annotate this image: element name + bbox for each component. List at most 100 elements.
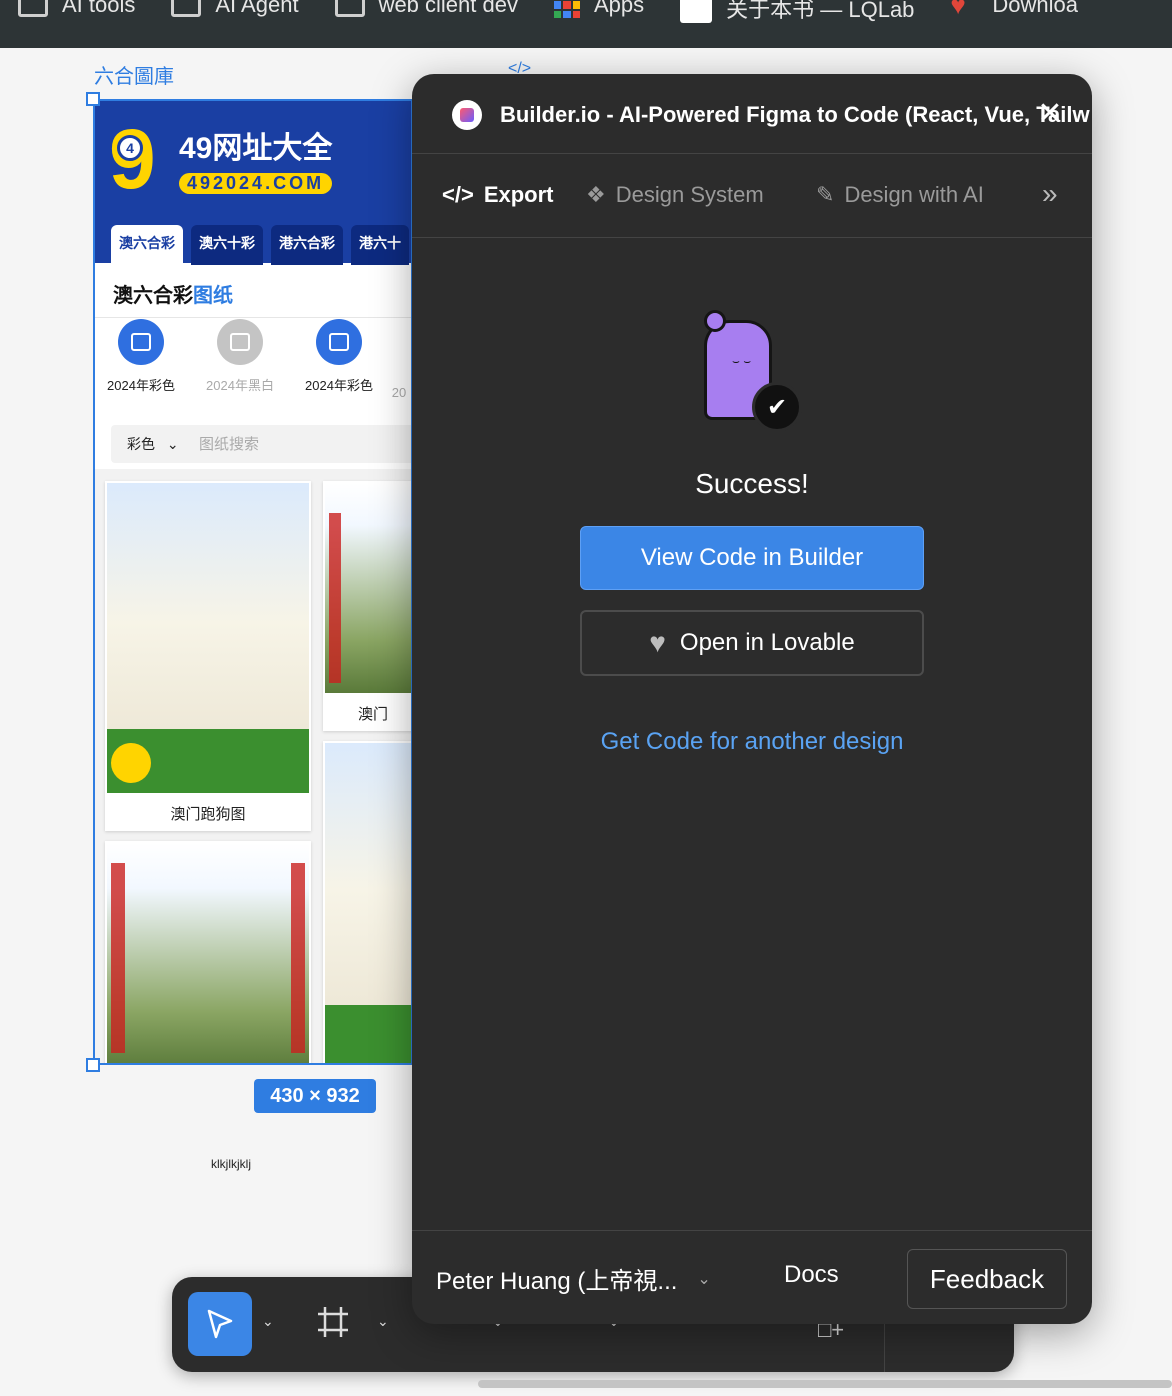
close-icon[interactable]: ✕ bbox=[1034, 98, 1066, 130]
category-label: 20 bbox=[391, 385, 407, 400]
button-label: Open in Lovable bbox=[679, 629, 855, 656]
image-icon bbox=[316, 319, 362, 365]
tab-export[interactable]: </> Export bbox=[442, 182, 554, 208]
folder-icon bbox=[334, 0, 365, 17]
magic-wand-icon: ✎ bbox=[816, 182, 835, 207]
bookmark-label: Apps bbox=[593, 0, 645, 17]
heart-icon: ♥ bbox=[950, 0, 966, 20]
search-input[interactable] bbox=[199, 435, 399, 453]
site-logo: 9 bbox=[109, 117, 167, 201]
user-select[interactable]: Peter Huang (上帝視... ⌄ bbox=[436, 1261, 711, 1296]
bookmark-label: AI tools bbox=[62, 0, 136, 17]
poster-card[interactable]: 澳门 bbox=[323, 481, 411, 731]
frame-size-badge: 430 × 932 bbox=[254, 1079, 376, 1113]
bookmark-label: Downloa bbox=[992, 0, 1079, 17]
card-caption: 澳门跑狗图 bbox=[170, 805, 246, 823]
poster-image bbox=[325, 483, 411, 693]
image-grid: 澳门跑狗图 澳门 bbox=[95, 469, 411, 1063]
bookmark-apps[interactable]: Apps bbox=[553, 0, 645, 18]
bookmark-web-client-dev[interactable]: web client dev bbox=[334, 0, 518, 18]
color-filter-select[interactable]: 彩色 ⌄ bbox=[111, 434, 199, 454]
bookmark-downloads[interactable]: ♥ Downloa bbox=[950, 0, 1078, 18]
plugin-nav: </> Export ❖ Design System ✎ Design with… bbox=[412, 154, 1092, 238]
frame-label[interactable]: 六合圖庫 bbox=[94, 60, 174, 89]
card-caption: 澳门 bbox=[357, 705, 388, 723]
chevron-double-right-icon[interactable]: » bbox=[1042, 178, 1058, 210]
open-in-lovable-button[interactable]: ♥ Open in Lovable bbox=[580, 610, 924, 676]
builder-plugin-panel: Builder.io - AI-Powered Figma to Code (R… bbox=[412, 74, 1092, 1324]
resize-handle[interactable] bbox=[86, 92, 100, 106]
poster-card[interactable] bbox=[105, 841, 311, 1063]
cursor-icon bbox=[207, 1309, 233, 1339]
site-header: 9 4 49网址大全 492024.COM 澳六合彩 澳六十彩 港六合彩 港六十 bbox=[95, 101, 411, 265]
panel-footer: Peter Huang (上帝視... ⌄ Docs Feedback bbox=[412, 1230, 1092, 1324]
chevron-down-icon[interactable]: ⌄ bbox=[377, 1313, 389, 1330]
horizontal-scrollbar[interactable] bbox=[478, 1380, 1172, 1388]
section-title-main: 澳六合彩 bbox=[113, 285, 193, 307]
section-title: 澳六合彩图纸 bbox=[113, 279, 233, 308]
docs-link[interactable]: Docs bbox=[784, 1261, 839, 1289]
move-tool-button[interactable] bbox=[188, 1292, 252, 1356]
bookmarks-bar: AI tools AI Agent web client dev Apps 关于… bbox=[0, 0, 1172, 48]
poster-image bbox=[325, 743, 411, 1063]
canvas-text[interactable]: klkjlkjklj bbox=[211, 1157, 251, 1171]
poster-image bbox=[107, 843, 309, 1063]
heart-icon: ♥ bbox=[649, 627, 666, 658]
tab-design-with-ai[interactable]: ✎ Design with AI bbox=[816, 182, 984, 208]
resize-handle[interactable] bbox=[86, 1058, 100, 1072]
tab-design-system[interactable]: ❖ Design System bbox=[586, 182, 764, 208]
tab-macau-l10[interactable]: 澳六十彩 bbox=[191, 225, 263, 265]
tab-hk-lhc[interactable]: 港六合彩 bbox=[271, 225, 343, 265]
image-icon bbox=[118, 319, 164, 365]
user-name: Peter Huang (上帝視... bbox=[436, 1268, 678, 1295]
bookmark-label: web client dev bbox=[378, 0, 518, 17]
site-domain: 492024.COM bbox=[179, 173, 333, 194]
tab-label: Design System bbox=[615, 182, 764, 207]
chevron-down-icon: ⌄ bbox=[697, 1270, 711, 1288]
code-icon: </> bbox=[442, 182, 474, 207]
chevron-down-icon[interactable]: ⌄ bbox=[262, 1313, 274, 1330]
category-bw-2024[interactable]: 2024年黑白 bbox=[194, 319, 286, 394]
site-tabs: 澳六合彩 澳六十彩 港六合彩 港六十 bbox=[111, 225, 409, 265]
apps-grid-icon bbox=[553, 0, 580, 18]
select-value: 彩色 bbox=[127, 436, 155, 452]
folder-icon bbox=[171, 0, 202, 17]
poster-image bbox=[107, 483, 309, 793]
image-icon bbox=[217, 319, 263, 365]
bookmark-lqlab[interactable]: 关于本书 — LQLab bbox=[680, 0, 914, 24]
chevron-down-icon: ⌄ bbox=[166, 436, 179, 452]
category-label: 2024年彩色 bbox=[107, 378, 175, 393]
tab-label: Export bbox=[483, 182, 554, 207]
bookmark-ai-tools[interactable]: AI tools bbox=[18, 0, 135, 18]
category-label: 2024年彩色 bbox=[305, 378, 373, 393]
get-code-another-link[interactable]: Get Code for another design bbox=[412, 728, 1092, 756]
design-frame[interactable]: 9 4 49网址大全 492024.COM 澳六合彩 澳六十彩 港六合彩 港六十… bbox=[93, 99, 413, 1065]
category-color-2024[interactable]: 2024年彩色 bbox=[95, 319, 187, 394]
builder-logo-icon bbox=[452, 100, 482, 130]
divider bbox=[95, 317, 411, 318]
search-bar: 彩色 ⌄ bbox=[111, 425, 411, 463]
bookmark-label: AI Agent bbox=[215, 0, 299, 17]
tab-macau-lhc[interactable]: 澳六合彩 bbox=[111, 225, 183, 265]
bookmark-label: 关于本书 — LQLab bbox=[726, 0, 915, 22]
tab-hk-l10[interactable]: 港六十 bbox=[351, 225, 409, 265]
frame-tool-icon[interactable] bbox=[316, 1305, 350, 1347]
panel-header: Builder.io - AI-Powered Figma to Code (R… bbox=[412, 74, 1092, 154]
category-partial[interactable]: 20 bbox=[379, 319, 411, 400]
feedback-button[interactable]: Feedback bbox=[907, 1249, 1067, 1309]
bookmark-ai-agent[interactable]: AI Agent bbox=[171, 0, 299, 18]
checkmark-icon: ✔ bbox=[752, 382, 802, 432]
components-icon: ❖ bbox=[586, 182, 606, 207]
view-code-button[interactable]: View Code in Builder bbox=[580, 526, 924, 590]
category-label: 2024年黑白 bbox=[206, 378, 274, 393]
folder-icon bbox=[18, 0, 48, 17]
poster-card[interactable]: 澳门跑狗图 bbox=[105, 481, 311, 831]
success-message: Success! bbox=[695, 468, 809, 499]
category-color-2024-b[interactable]: 2024年彩色 bbox=[293, 319, 385, 394]
tab-label: Design with AI bbox=[844, 182, 984, 207]
lottery-ball-icon: 4 bbox=[117, 135, 143, 161]
poster-card[interactable] bbox=[323, 741, 411, 1063]
avatar-face-icon bbox=[680, 0, 713, 23]
section-title-highlight: 图纸 bbox=[193, 285, 233, 307]
plugin-title: Builder.io - AI-Powered Figma to Code (R… bbox=[500, 102, 1090, 127]
